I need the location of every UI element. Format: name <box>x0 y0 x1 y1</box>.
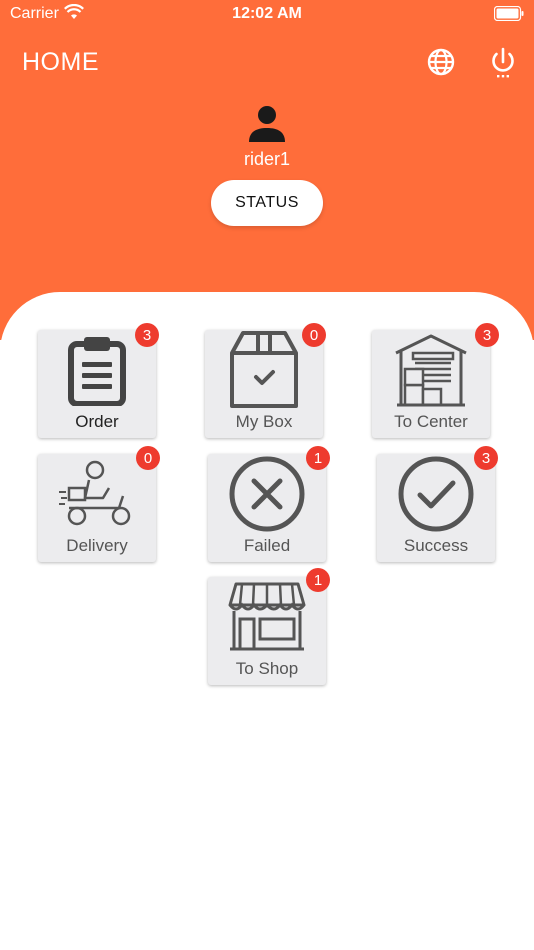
clipboard-icon <box>68 337 126 406</box>
battery-icon <box>494 6 524 21</box>
tile-success[interactable]: Success <box>377 454 495 562</box>
badge-success: 3 <box>474 446 498 470</box>
tile-icon-wrapper <box>208 579 326 655</box>
status-time: 12:02 AM <box>232 5 302 22</box>
badge-delivery: 0 <box>136 446 160 470</box>
tile-label: My Box <box>235 412 293 431</box>
badge-to-shop: 1 <box>306 568 330 592</box>
tile-icon-wrapper <box>377 456 495 532</box>
tile-to-center[interactable]: To Center <box>372 330 490 438</box>
tile-icon-wrapper <box>208 456 326 532</box>
tile-icon-wrapper <box>372 332 490 408</box>
badge-my-box: 0 <box>302 323 326 347</box>
tile-label: Success <box>403 536 469 555</box>
power-icon <box>492 47 514 78</box>
globe-icon <box>427 48 455 76</box>
box-icon <box>230 331 298 408</box>
tile-label: Delivery <box>66 536 128 555</box>
user-avatar-icon <box>249 106 285 142</box>
check-circle-icon <box>398 456 474 532</box>
x-circle-icon <box>229 456 305 532</box>
status-bar: Carrier 12:02 AM <box>0 0 534 30</box>
badge-order: 3 <box>135 323 159 347</box>
status-button[interactable]: STATUS <box>211 180 323 226</box>
tile-icon-wrapper <box>38 456 156 532</box>
warehouse-icon <box>395 334 467 407</box>
tile-delivery[interactable]: Delivery <box>38 454 156 562</box>
badge-to-center: 3 <box>475 323 499 347</box>
tile-label: Order <box>75 412 119 431</box>
tile-label: To Center <box>394 412 468 431</box>
page-title: HOME <box>22 48 99 76</box>
logout-button[interactable] <box>487 46 519 78</box>
shop-icon <box>228 582 306 651</box>
tile-label: To Shop <box>235 659 299 678</box>
tile-order[interactable]: Order <box>38 330 156 438</box>
tile-to-shop[interactable]: To Shop <box>208 577 326 685</box>
delivery-scooter-icon <box>59 460 131 526</box>
language-button[interactable] <box>425 46 457 78</box>
badge-failed: 1 <box>306 446 330 470</box>
username-label: rider1 <box>243 149 291 169</box>
tile-failed[interactable]: Failed <box>208 454 326 562</box>
tile-label: Failed <box>243 536 291 555</box>
tile-my-box[interactable]: My Box <box>205 330 323 438</box>
